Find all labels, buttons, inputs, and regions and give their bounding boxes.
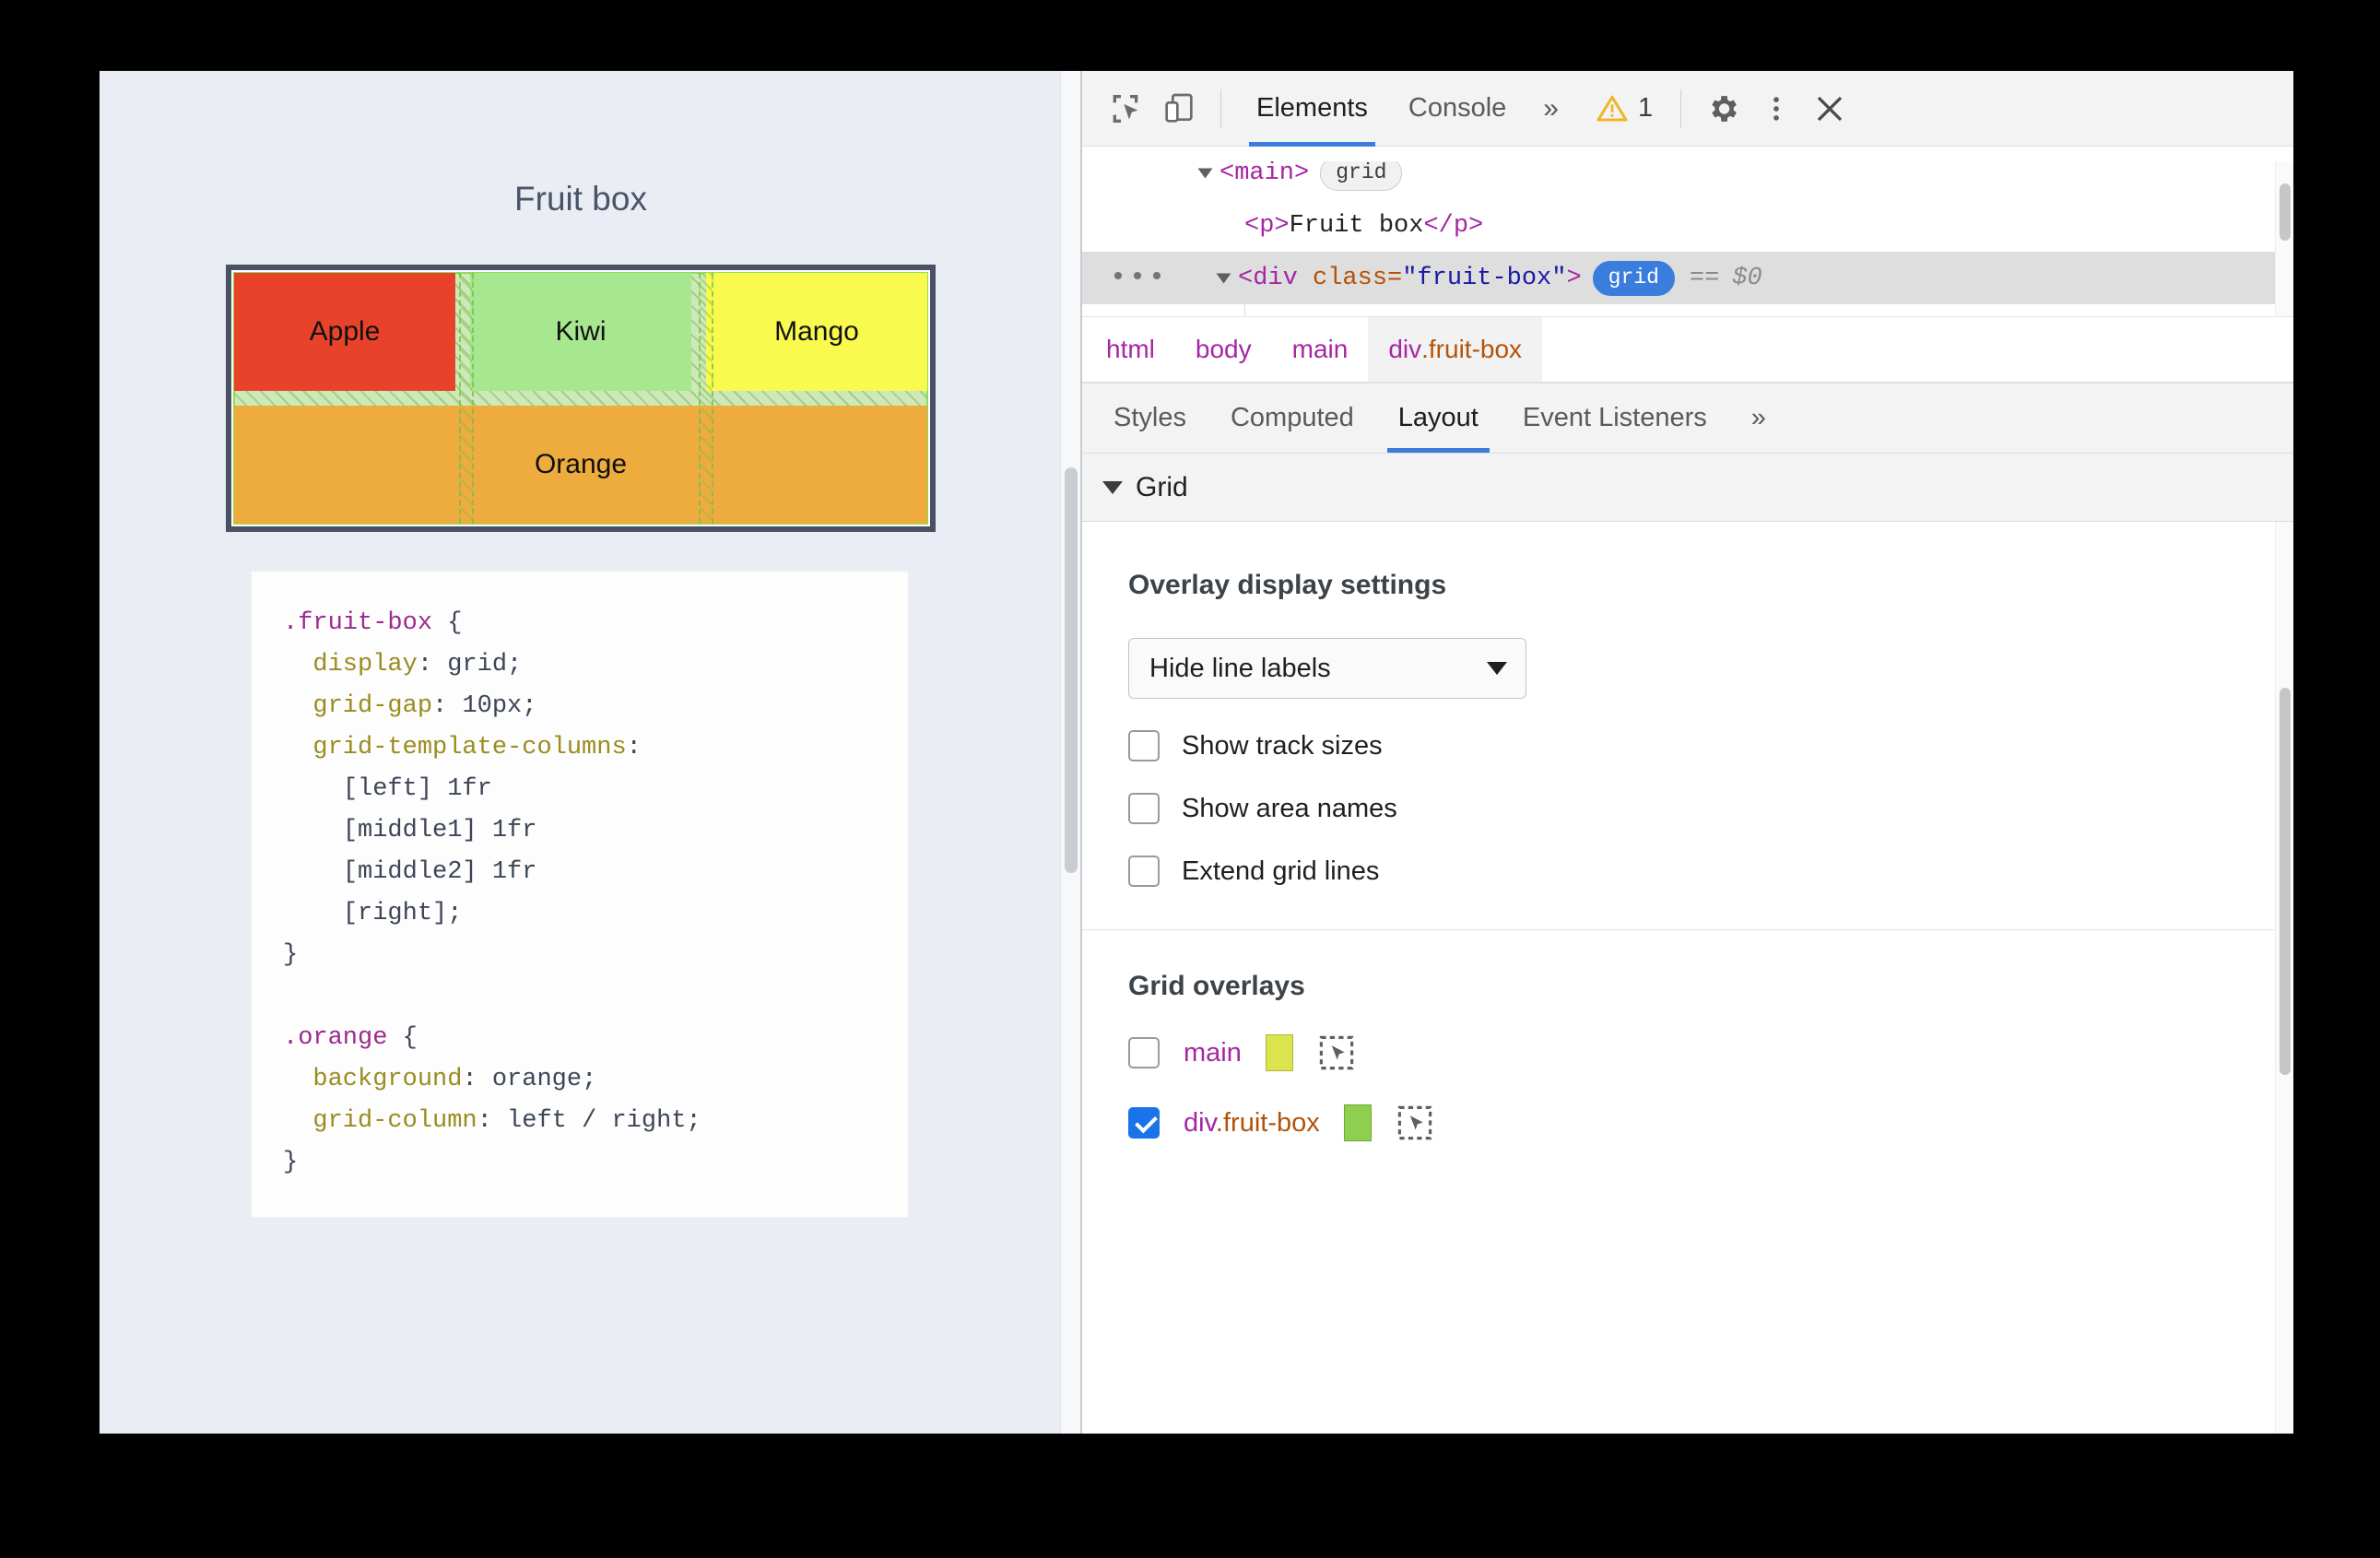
grid-cell-mango: Mango bbox=[706, 273, 927, 391]
tab-styles[interactable]: Styles bbox=[1091, 384, 1208, 453]
gear-icon[interactable] bbox=[1696, 82, 1750, 136]
grid-overlay-row-main[interactable]: main bbox=[1128, 1033, 2293, 1072]
tab-computed[interactable]: Computed bbox=[1208, 384, 1376, 453]
breadcrumb-item-body[interactable]: body bbox=[1175, 317, 1272, 382]
breadcrumb-item-div-fruit-box[interactable]: div .fruit-box bbox=[1368, 317, 1543, 382]
checkbox-row-extend-grid-lines[interactable]: Extend grid lines bbox=[1128, 856, 2293, 887]
css-selector: .fruit-box bbox=[283, 609, 433, 637]
warning-count: 1 bbox=[1637, 93, 1654, 123]
dom-equals: == bbox=[1689, 264, 1720, 292]
fruit-box-frame: Apple Kiwi Mango Orange bbox=[226, 265, 936, 532]
grid-overlay-row-fruit-box[interactable]: div.fruit-box bbox=[1128, 1104, 2293, 1142]
dom-tree-clip bbox=[1082, 147, 2293, 161]
viewport-scrollbar-thumb[interactable] bbox=[1065, 467, 1078, 873]
screenshot-root: Fruit box Apple Kiwi Mango Orange .fruit… bbox=[0, 0, 2380, 1558]
dom-attr-class: class bbox=[1313, 264, 1388, 292]
grid-section-header[interactable]: Grid bbox=[1082, 454, 2293, 522]
grid-section-title: Grid bbox=[1136, 471, 1188, 502]
color-swatch-main[interactable] bbox=[1265, 1034, 1293, 1071]
checkbox-label-show-track-sizes: Show track sizes bbox=[1182, 730, 1383, 761]
warning-indicator[interactable]: 1 bbox=[1575, 92, 1666, 125]
checkbox-overlay-fruit-box[interactable] bbox=[1128, 1107, 1160, 1139]
overlay-display-settings-section: Overlay display settings Hide line label… bbox=[1082, 522, 2293, 930]
tab-elements[interactable]: Elements bbox=[1236, 71, 1388, 147]
dom-tree-scrollbar[interactable] bbox=[2275, 147, 2293, 316]
dom-row-div-apple[interactable]: <div class="apple">Apple</div> bbox=[1082, 304, 2293, 318]
select-element-icon-main[interactable] bbox=[1317, 1033, 1356, 1072]
line-labels-select-value: Hide line labels bbox=[1149, 653, 1331, 683]
checkbox-row-show-track-sizes[interactable]: Show track sizes bbox=[1128, 730, 2293, 761]
grid-overlays-title: Grid overlays bbox=[1128, 971, 1305, 1001]
dom-tree-scrollbar-thumb[interactable] bbox=[2280, 183, 2291, 241]
checkbox-overlay-main[interactable] bbox=[1128, 1037, 1160, 1068]
dom-tag-main: main bbox=[1234, 159, 1295, 187]
layout-pane-body: Overlay display settings Hide line label… bbox=[1082, 522, 2293, 1434]
overlay-settings-title: Overlay display settings bbox=[1128, 570, 1447, 600]
tab-event-listeners[interactable]: Event Listeners bbox=[1501, 384, 1729, 453]
layout-pane-scrollbar-thumb[interactable] bbox=[2280, 688, 2291, 1075]
toolbar-divider bbox=[1220, 89, 1221, 128]
page-viewport: Fruit box Apple Kiwi Mango Orange .fruit… bbox=[100, 71, 1082, 1434]
close-icon[interactable] bbox=[1803, 82, 1856, 136]
breadcrumb: html body main div .fruit-box bbox=[1082, 317, 2293, 384]
page-title: Fruit box bbox=[514, 180, 647, 218]
css-code-block: .fruit-box { display: grid; grid-gap: 10… bbox=[252, 572, 908, 1217]
checkbox-row-show-area-names[interactable]: Show area names bbox=[1128, 793, 2293, 824]
line-labels-select[interactable]: Hide line labels bbox=[1128, 638, 1526, 699]
checkbox-show-track-sizes[interactable] bbox=[1128, 730, 1160, 761]
checkbox-show-area-names[interactable] bbox=[1128, 793, 1160, 824]
tab-console[interactable]: Console bbox=[1388, 71, 1526, 147]
checkbox-extend-grid-lines[interactable] bbox=[1128, 856, 1160, 887]
dom-row-p[interactable]: < p > Fruit box </p> bbox=[1082, 199, 2293, 252]
breadcrumb-item-main[interactable]: main bbox=[1272, 317, 1369, 382]
grid-badge-fruit-box[interactable]: grid bbox=[1592, 260, 1675, 296]
device-toolbar-icon[interactable] bbox=[1152, 82, 1206, 136]
select-element-icon-fruit-box[interactable] bbox=[1396, 1104, 1434, 1142]
grid-cell-kiwi: Kiwi bbox=[470, 273, 691, 391]
browser-window: Fruit box Apple Kiwi Mango Orange .fruit… bbox=[100, 71, 2293, 1434]
color-swatch-fruit-box[interactable] bbox=[1343, 1104, 1372, 1141]
tab-layout[interactable]: Layout bbox=[1376, 384, 1501, 453]
dom-dollar-zero: $0 bbox=[1732, 264, 1762, 292]
tree-guide-line bbox=[1244, 304, 1245, 316]
dom-row-div-fruit-box[interactable]: ••• < div class = "fruit-box" > grid == $0 bbox=[1082, 252, 2293, 304]
overlay-label-fruit-box: div.fruit-box bbox=[1184, 1107, 1320, 1138]
dom-tree[interactable]: < main > grid < p > Fruit box </p> ••• < div cla… bbox=[1082, 147, 2293, 317]
fruit-box-grid: Apple Kiwi Mango Orange bbox=[233, 272, 928, 525]
kebab-menu-icon[interactable] bbox=[1750, 82, 1803, 136]
dom-tag-div: div bbox=[1253, 264, 1298, 292]
dom-text-fruit-box: Fruit box bbox=[1289, 211, 1424, 240]
grid-cell-orange: Orange bbox=[234, 406, 927, 524]
expand-triangle-icon-2[interactable] bbox=[1216, 273, 1231, 283]
devtools-panel: Elements Console » 1 < main > grid < p >… bbox=[1082, 71, 2293, 1434]
checkbox-label-extend-grid-lines: Extend grid lines bbox=[1182, 856, 1380, 886]
layout-pane-scrollbar[interactable] bbox=[2275, 522, 2293, 1434]
overlay-label-main: main bbox=[1184, 1037, 1242, 1068]
css-rule-fruit-box: .fruit-box { display: grid; grid-gap: 10… bbox=[283, 609, 701, 1176]
viewport-scrollbar[interactable] bbox=[1060, 71, 1080, 1434]
grid-cell-apple: Apple bbox=[234, 273, 455, 391]
sidebar-tabs: Styles Computed Layout Event Listeners » bbox=[1082, 384, 2293, 454]
grid-overlays-section: Grid overlays main div.fruit-box bbox=[1082, 930, 2293, 1142]
chevron-down-icon[interactable] bbox=[1102, 480, 1123, 494]
dom-attr-value-apple: "apple" bbox=[1431, 317, 1535, 318]
css-selector-orange: .orange bbox=[283, 1024, 388, 1052]
warning-triangle-icon bbox=[1596, 92, 1629, 125]
dom-attr-value: "fruit-box" bbox=[1402, 264, 1567, 292]
checkbox-label-show-area-names: Show area names bbox=[1182, 793, 1397, 823]
more-tabs-icon[interactable]: » bbox=[1526, 71, 1575, 147]
sidebar-more-tabs-icon[interactable]: » bbox=[1729, 384, 1788, 453]
more-options-dots[interactable]: ••• bbox=[1110, 263, 1168, 294]
inspect-element-icon[interactable] bbox=[1099, 82, 1152, 136]
devtools-toolbar: Elements Console » 1 bbox=[1082, 71, 2293, 147]
breadcrumb-item-html[interactable]: html bbox=[1082, 317, 1175, 382]
chevron-down-icon-select bbox=[1487, 662, 1507, 675]
toolbar-divider-2 bbox=[1680, 89, 1682, 128]
expand-triangle-icon[interactable] bbox=[1197, 168, 1213, 178]
